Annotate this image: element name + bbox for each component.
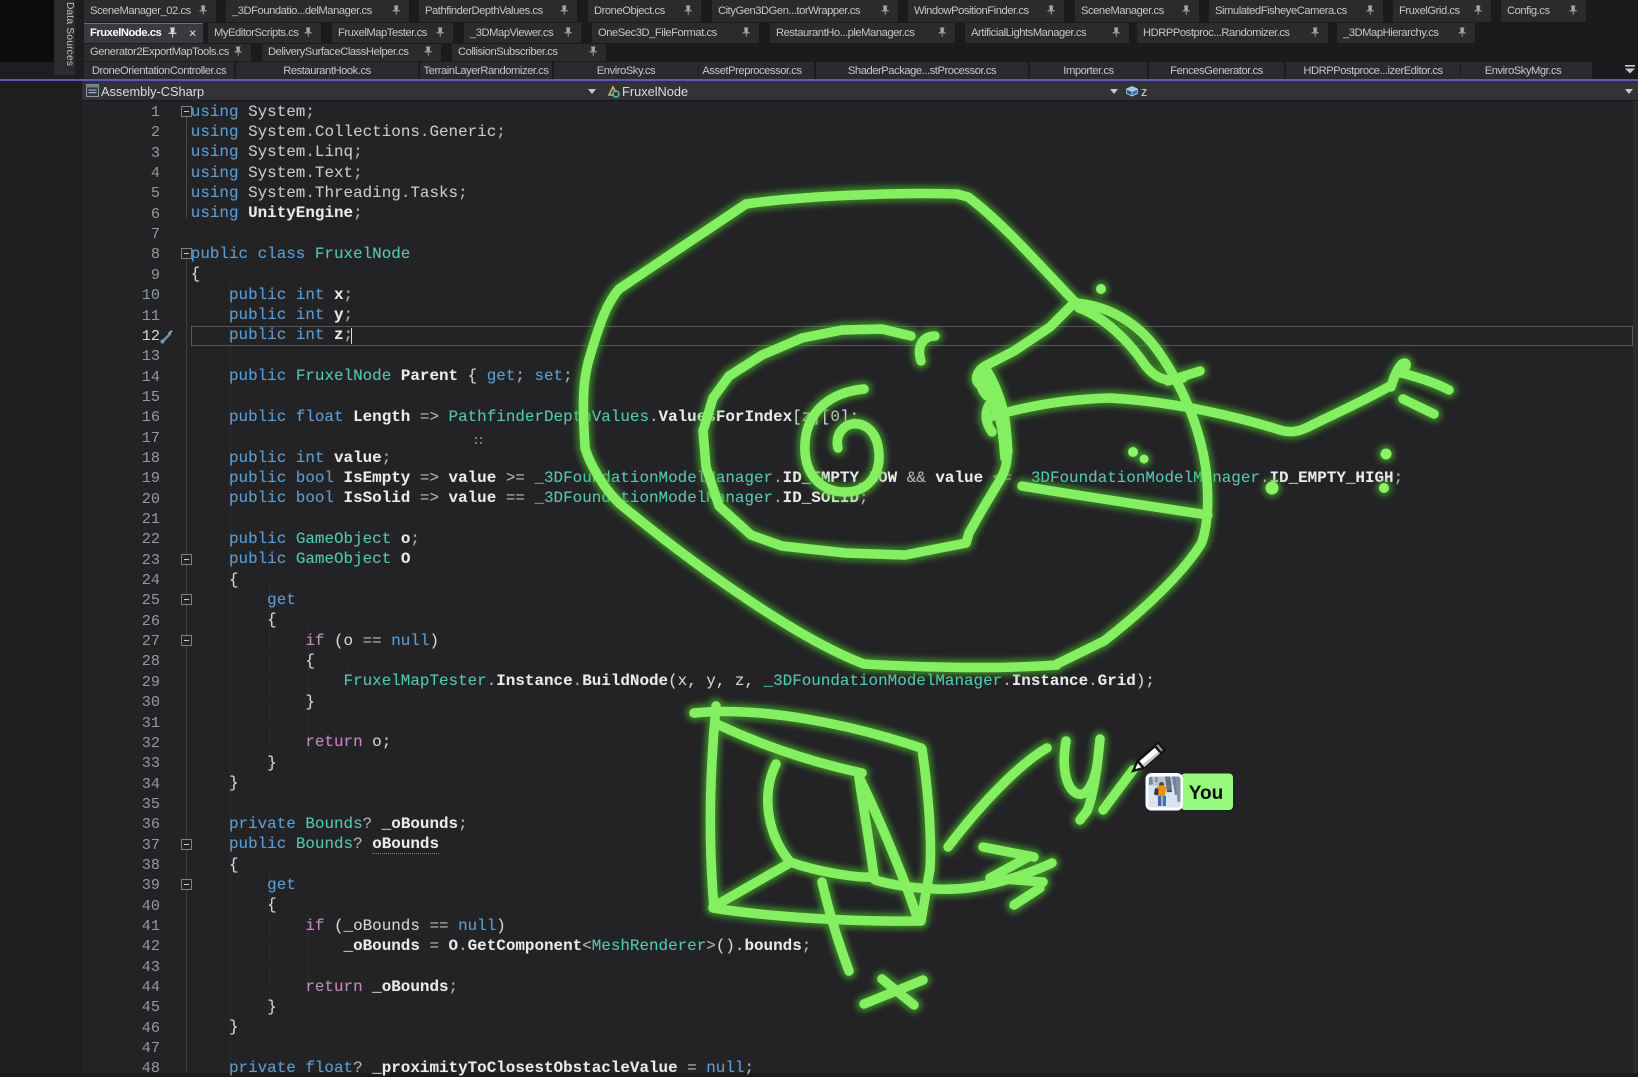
svg-text:You: You (1189, 783, 1223, 804)
